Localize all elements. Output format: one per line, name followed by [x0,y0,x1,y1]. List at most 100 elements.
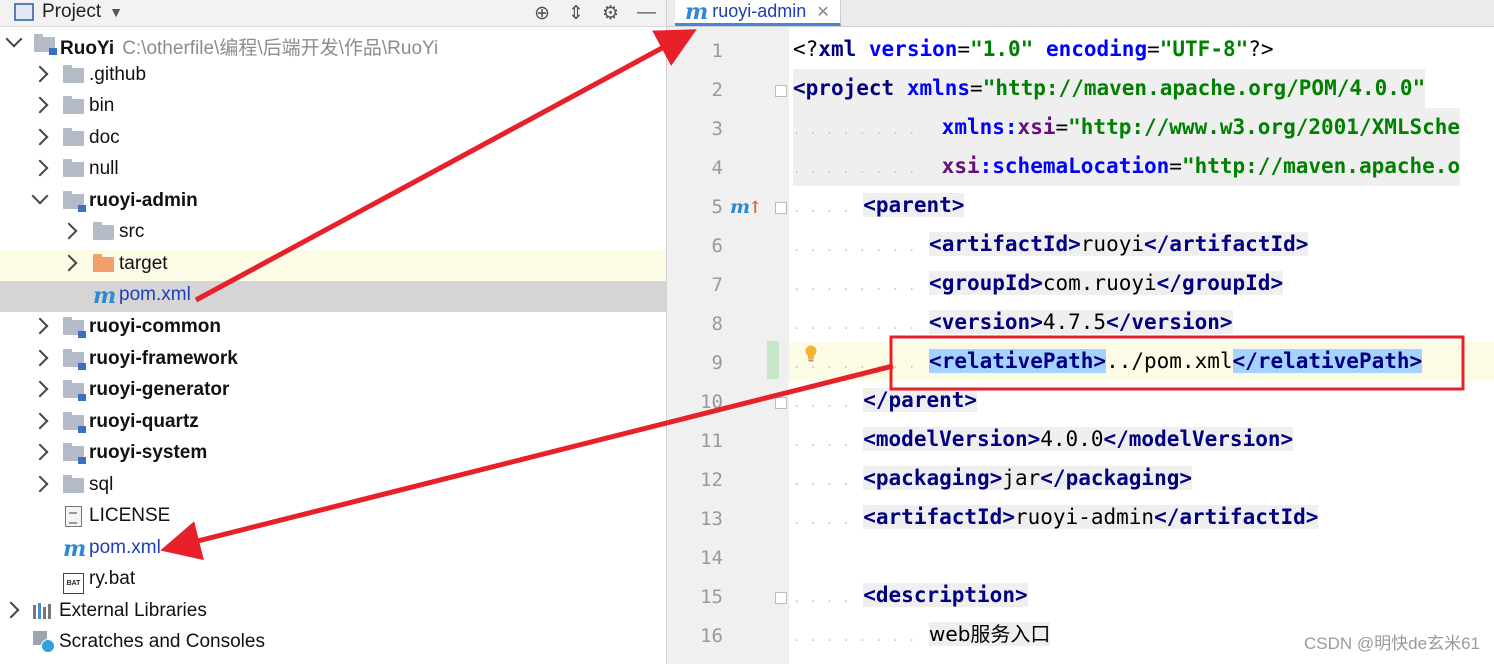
code-line-1: <?xml version="1.0" encoding="UTF-8"?> [793,37,1274,61]
line-number: 10 [700,391,723,413]
tree-item-label: ry.bat [89,568,136,589]
tree-item-ruoyi-generator[interactable]: ruoyi-generator [0,376,666,407]
chevron-right-icon[interactable] [31,412,49,430]
chevron-down-icon[interactable]: ▼ [109,4,123,20]
tree-item-label: target [119,253,168,274]
line-number: 2 [711,79,723,101]
tree-item-doc[interactable]: doc [0,124,666,155]
tree-item-label: ruoyi-framework [89,348,238,369]
tree-item-ruoyi-system[interactable]: ruoyi-system [0,439,666,470]
chevron-right-icon[interactable] [31,349,49,367]
tree-item-bin[interactable]: bin [0,92,666,123]
fold-marker[interactable] [775,397,787,409]
code-line-5: . . . . <parent> [793,193,965,217]
tree-item-label: bin [89,95,115,116]
tree-item-ruoyi-root[interactable]: RuoYi C:\otherfile\编程\后端开发\作品\RuoYi [0,30,666,61]
tree-item-sql[interactable]: sql [0,471,666,502]
code-line-11: . . . . <modelVersion>4.0.0</modelVersio… [793,427,1294,451]
tree-item-root-pom[interactable]: m pom.xml [0,534,666,565]
tree-item-src[interactable]: src [0,218,666,249]
chevron-down-icon[interactable] [31,187,49,205]
tree-item-label: doc [89,127,120,148]
chevron-right-icon[interactable] [60,254,78,272]
project-view-selector[interactable]: Project ▼ [14,1,123,23]
module-folder-icon [63,380,86,404]
project-panel-title: Project [42,1,102,22]
tree-item-label: ruoyi-generator [89,379,230,400]
line-number: 9 [711,352,723,374]
hide-panel-icon[interactable]: — [637,2,656,25]
collapse-all-icon[interactable]: ⇕ [568,2,584,25]
tab-label: ruoyi-admin [712,1,807,21]
libraries-icon [33,603,53,625]
line-number: 16 [700,625,723,647]
chevron-right-icon[interactable] [60,222,78,240]
chevron-right-icon[interactable] [31,96,49,114]
fold-marker[interactable] [775,85,787,97]
chevron-right-icon[interactable] [31,443,49,461]
locate-file-icon[interactable]: ⊕ [534,2,550,25]
module-folder-icon [63,443,86,467]
tree-item-label: LICENSE [89,505,171,526]
line-number: 11 [700,430,723,452]
tree-item-external-libraries[interactable]: External Libraries [0,597,666,628]
line-number: 5 [711,196,723,218]
project-panel-header: Project ▼ ⊕ ⇕ ⚙ — [0,0,666,27]
tree-item-null[interactable]: null [0,155,666,186]
code-line-7: . . . . . . . . <groupId>com.ruoyi</grou… [793,271,1284,295]
vcs-change-marker[interactable] [767,341,779,379]
chevron-right-icon[interactable] [2,601,20,619]
code-line-3: . . . . . . . . xmlns:xsi="http://www.w3… [793,108,1461,147]
tree-item-ry-bat[interactable]: BAT ry.bat [0,565,666,596]
chevron-down-icon[interactable] [5,30,23,48]
tree-item-ruoyi-framework[interactable]: ruoyi-framework [0,345,666,376]
code-line-13: . . . . <artifactId>ruoyi-admin</artifac… [793,505,1319,529]
chevron-right-icon[interactable] [31,317,49,335]
code-line-6: . . . . . . . . <artifactId>ruoyi</artif… [793,232,1309,256]
tree-item-label: ruoyi-admin [89,190,198,211]
maven-file-icon: m [63,536,87,562]
chevron-right-icon[interactable] [31,65,49,83]
tree-item-scratches[interactable]: Scratches and Consoles [0,628,666,659]
line-number: 1 [711,40,723,62]
lightbulb-icon[interactable] [804,345,818,363]
excluded-folder-icon [93,254,114,278]
maven-parent-icon[interactable]: m↑ [730,196,762,218]
chevron-right-icon[interactable] [31,159,49,177]
tree-item-admin-pom[interactable]: m pom.xml [0,281,666,312]
gear-icon[interactable]: ⚙ [602,2,619,25]
code-area[interactable]: <?xml version="1.0" encoding="UTF-8"?> <… [789,27,1494,664]
tree-item-ruoyi-quartz[interactable]: ruoyi-quartz [0,408,666,439]
fold-marker[interactable] [775,202,787,214]
tree-item-label: ruoyi-common [89,316,221,337]
bat-file-icon: BAT [63,571,84,596]
close-icon[interactable]: ✕ [816,2,829,22]
fold-marker[interactable] [775,592,787,604]
tree-item-ruoyi-admin[interactable]: ruoyi-admin [0,187,666,218]
tree-item-label: src [119,221,145,242]
tree-item-label: ruoyi-quartz [89,411,199,432]
tree-item-target[interactable]: target [0,250,666,281]
code-line-4: . . . . . . . . xsi:schemaLocation="http… [793,147,1461,186]
folder-icon [63,65,84,89]
tree-item-license[interactable]: LICENSE [0,502,666,533]
editor-tab-bar: m ruoyi-admin ✕ [667,0,1494,27]
tree-item-label: .github [89,64,147,85]
tree-item-ruoyi-common[interactable]: ruoyi-common [0,313,666,344]
chevron-right-icon[interactable] [31,380,49,398]
code-line-2: <project xmlns="http://maven.apache.org/… [793,69,1426,108]
chevron-right-icon[interactable] [31,475,49,493]
tab-ruoyi-admin-pom[interactable]: m ruoyi-admin ✕ [675,0,841,26]
chevron-right-icon[interactable] [31,128,49,146]
line-number: 13 [700,508,723,530]
line-number: 4 [711,157,723,179]
line-number: 8 [711,313,723,335]
code-line-10: . . . . </parent> [793,388,978,412]
module-folder-icon [63,317,86,341]
line-number: 7 [711,274,723,296]
module-folder-icon [34,34,57,58]
tree-item-github[interactable]: .github [0,61,666,92]
maven-file-icon: m [93,283,117,309]
tree-item-label: pom.xml [119,284,191,305]
text-file-icon [65,506,82,535]
